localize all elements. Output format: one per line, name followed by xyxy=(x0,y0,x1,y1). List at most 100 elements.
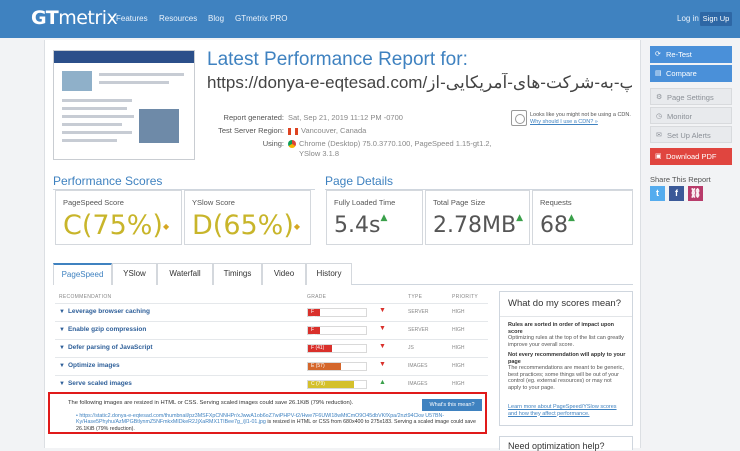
yslow-grade: D(65%)◆ xyxy=(192,210,301,241)
detail-message: The following images are resized in HTML… xyxy=(68,400,354,406)
help-para-1: Rules are sorted in order of impact upon… xyxy=(508,322,624,348)
recommendation-type: IMAGES xyxy=(408,363,428,369)
page-size-value: 2.78MB▲ xyxy=(433,213,523,238)
grade-bar: F (41) xyxy=(307,344,367,353)
table-row[interactable]: ▼ Optimize images E (57) ▼ IMAGES HIGH xyxy=(55,357,488,373)
recommendation-type: IMAGES xyxy=(408,381,428,387)
pagespeed-score-card: PageSpeed Score C(75%)◆ xyxy=(55,190,182,245)
page-details-title: Page Details xyxy=(325,174,394,188)
page-size-label: Total Page Size xyxy=(433,198,486,207)
grade-bar: E (57) xyxy=(307,362,367,371)
recommendation-detail-highlight: The following images are resized in HTML… xyxy=(48,392,487,434)
neutral-diamond-icon: ◆ xyxy=(293,222,301,231)
recommendation-priority: HIGH xyxy=(452,345,465,351)
recommendation-name[interactable]: ▼ Optimize images xyxy=(59,362,120,369)
up-arrow-icon: ▲ xyxy=(568,213,575,223)
report-tabs: PageSpeed YSlow Waterfall Timings Video … xyxy=(53,263,633,285)
table-row[interactable]: ▼ Enable gzip compression F (0) ▼ SERVER HIGH xyxy=(55,321,488,340)
recommendation-name[interactable]: ▼ Defer parsing of JavaScript xyxy=(59,344,152,351)
share-label: Share This Report xyxy=(650,175,711,184)
pagespeed-score-label: PageSpeed Score xyxy=(63,198,124,207)
retest-button[interactable]: ⟳ Re-Test xyxy=(650,46,732,63)
grade-fill: F (41) xyxy=(308,345,332,352)
grade-fill: E (57) xyxy=(308,363,342,370)
monitor-icon: ◷ xyxy=(656,113,663,120)
twitter-icon[interactable]: t xyxy=(650,186,665,201)
recommendation-type: SERVER xyxy=(408,327,429,333)
recommendation-name[interactable]: ▼ Leverage browser caching xyxy=(59,308,150,315)
trend-icon: ▲ xyxy=(379,379,386,386)
yslow-score-card: YSlow Score D(65%)◆ xyxy=(184,190,311,245)
grade-bar: F (0) xyxy=(307,326,367,340)
whats-this-mean-button[interactable]: What's this mean? xyxy=(422,399,482,411)
recommendation-priority: HIGH xyxy=(452,381,465,387)
chevron-down-icon: ▼ xyxy=(59,327,65,333)
using-label: Using: xyxy=(262,139,284,148)
nav-features[interactable]: Features xyxy=(116,14,148,23)
tab-waterfall[interactable]: Waterfall xyxy=(157,263,213,285)
requests-card: Requests 68▲ xyxy=(532,190,633,245)
signup-button[interactable]: Sign Up xyxy=(700,12,732,26)
yslow-score-label: YSlow Score xyxy=(192,198,235,207)
using-value: Chrome (Desktop) 75.0.3770.100, PageSpee… xyxy=(288,139,492,149)
using-value-yslow: YSlow 3.1.8 xyxy=(299,149,340,158)
pagespeed-grade: C(75%)◆ xyxy=(63,210,170,241)
gtmetrix-logo[interactable]: GTmetrix xyxy=(31,7,118,29)
help-para-2: Not every recommendation will apply to y… xyxy=(508,352,626,391)
nav-gtmetrix-pro[interactable]: GTmetrix PRO xyxy=(235,14,287,23)
monitor-button[interactable]: ◷ Monitor xyxy=(650,107,732,124)
learn-more-link[interactable]: Learn more about PageSpeed/YSlow scores … xyxy=(508,404,626,417)
grade-bar: F (0) xyxy=(307,308,367,322)
recommendation-name[interactable]: ▼ Serve scaled images xyxy=(59,380,132,387)
link-icon[interactable]: ⛓ xyxy=(688,186,703,201)
tab-video[interactable]: Video xyxy=(262,263,306,285)
compare-button[interactable]: ▤ Compare xyxy=(650,65,732,82)
gear-icon: ⚙ xyxy=(656,94,663,101)
facebook-icon[interactable]: f xyxy=(669,186,684,201)
bell-icon: ✉ xyxy=(656,132,662,139)
tab-timings[interactable]: Timings xyxy=(213,263,262,285)
cdn-help-link[interactable]: Why should I use a CDN? » xyxy=(530,119,640,126)
requests-value: 68▲ xyxy=(540,213,575,238)
fully-loaded-label: Fully Loaded Time xyxy=(334,198,396,207)
page-screenshot-thumbnail xyxy=(53,50,195,160)
recommendation-priority: HIGH xyxy=(452,363,465,369)
tab-history[interactable]: History xyxy=(306,263,352,285)
table-row[interactable]: ▼ Leverage browser caching F (0) ▼ SERVER HIG… xyxy=(55,303,488,322)
login-link[interactable]: Log in xyxy=(677,14,699,23)
report-title: Latest Performance Report for: xyxy=(207,49,468,70)
table-row[interactable]: ▼ Defer parsing of JavaScript F (41) ▼ JS HIG… xyxy=(55,339,488,355)
col-grade: GRADE xyxy=(307,294,327,300)
tab-yslow[interactable]: YSlow xyxy=(112,263,157,285)
server-region-value: Vancouver, Canada xyxy=(288,126,366,135)
trend-icon: ▼ xyxy=(379,307,386,314)
pdf-icon: ▣ xyxy=(655,153,662,160)
chevron-down-icon: ▼ xyxy=(59,381,65,387)
nav-blog[interactable]: Blog xyxy=(208,14,224,23)
tab-pagespeed[interactable]: PageSpeed xyxy=(53,263,112,285)
top-navbar: GTmetrix Features Resources Blog GTmetri… xyxy=(0,0,740,38)
grade-fill: F (0) xyxy=(308,309,320,322)
set-up-alerts-button[interactable]: ✉ Set Up Alerts xyxy=(650,126,732,143)
trend-icon: ▼ xyxy=(379,361,386,368)
fully-loaded-card: Fully Loaded Time 5.4s▲ xyxy=(326,190,423,245)
trend-icon: ▼ xyxy=(379,325,386,332)
cdn-icon xyxy=(511,110,527,126)
col-priority: PRIORITY xyxy=(452,294,479,300)
page-settings-button[interactable]: ⚙ Page Settings xyxy=(650,88,732,105)
col-recommendation: RECOMMENDATION xyxy=(59,294,112,300)
table-row[interactable]: ▼ Serve scaled images C (79) ▲ IMAGES HIGH xyxy=(55,375,488,391)
recommendation-priority: HIGH xyxy=(452,327,465,333)
download-pdf-button[interactable]: ▣ Download PDF xyxy=(650,148,732,165)
fully-loaded-value: 5.4s▲ xyxy=(334,213,388,238)
recommendation-name[interactable]: ▼ Enable gzip compression xyxy=(59,326,146,333)
help-title: What do my scores mean? xyxy=(508,298,621,309)
grade-fill: F (0) xyxy=(308,327,320,340)
grade-fill: C (79) xyxy=(308,381,354,388)
cdn-notice: Looks like you might not be using a CDN.… xyxy=(530,112,640,126)
report-generated-label: Report generated: xyxy=(223,113,284,122)
report-url[interactable]: https://donya-e-eqtesad.com/فرمان-ترامپ-… xyxy=(207,73,632,93)
help-box: What do my scores mean? Rules are sorted… xyxy=(499,291,633,426)
report-generated-value: Sat, Sep 21, 2019 11:12 PM -0700 xyxy=(288,113,403,122)
nav-resources[interactable]: Resources xyxy=(159,14,197,23)
